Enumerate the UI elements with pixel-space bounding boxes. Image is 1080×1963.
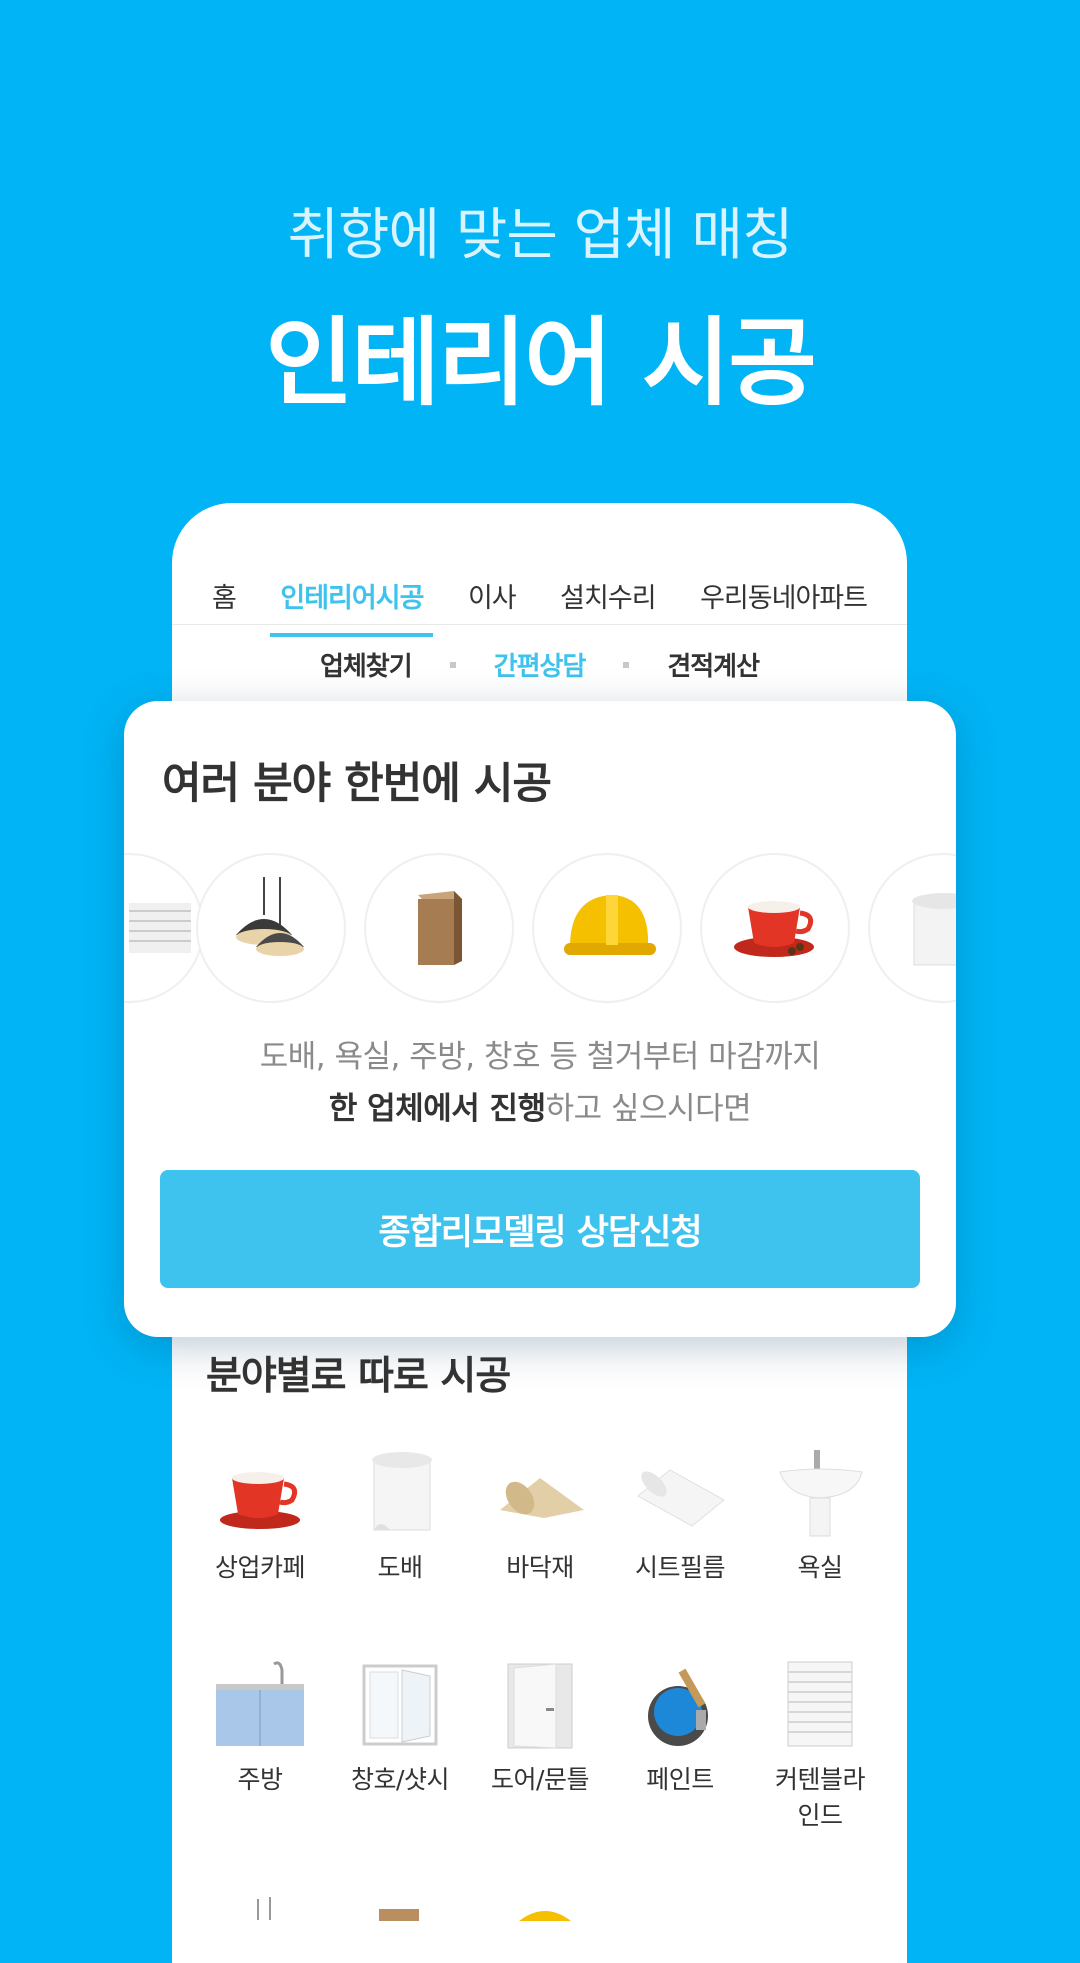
card-description: 도배, 욕실, 주방, 창호 등 철거부터 마감까지 한 업체에서 진행하고 싶… xyxy=(124,1031,956,1135)
category-label: 주방 xyxy=(237,1765,283,1794)
desc-line-1: 도배, 욕실, 주방, 창호 등 철거부터 마감까지 xyxy=(259,1039,821,1075)
sink-icon xyxy=(770,1448,870,1538)
paint-can-icon xyxy=(630,1660,730,1750)
blinds-icon[interactable] xyxy=(124,853,204,1003)
category-label: 상업카페 xyxy=(214,1553,306,1582)
separator-dot xyxy=(623,661,630,668)
subtab-quick-consult[interactable]: 간편상담 xyxy=(494,646,587,683)
door-icon xyxy=(490,1660,590,1750)
category-kitchen[interactable]: 주방 xyxy=(190,1660,330,1798)
tab-apartment[interactable]: 우리동네아파트 xyxy=(700,576,868,615)
bundle-remodel-card: 여러 분야 한번에 시공 도배, 욕실, 주방, 창호 등 철거부터 마감까지 … xyxy=(124,701,956,1337)
category-door[interactable]: 도어/문틀 xyxy=(470,1660,610,1798)
sheet-film-icon xyxy=(630,1448,730,1538)
category-commercial-cafe[interactable]: 상업카페 xyxy=(190,1448,330,1586)
category-label: 커텐블라 인드 xyxy=(774,1765,866,1830)
desc-rest: 하고 싶으시다면 xyxy=(545,1091,752,1127)
category-bathroom[interactable]: 욕실 xyxy=(750,1448,890,1586)
wallpaper-roll-icon[interactable] xyxy=(868,853,956,1003)
category-label: 창호/샷시 xyxy=(351,1765,449,1794)
category-curtain-blind[interactable]: 커텐블라 인드 xyxy=(750,1660,890,1834)
kitchen-icon xyxy=(210,1660,310,1750)
category-label: 시트필름 xyxy=(634,1553,726,1582)
subtab-estimate[interactable]: 견적계산 xyxy=(667,646,760,683)
blinds-icon xyxy=(770,1660,870,1750)
peek-item-icon xyxy=(375,1906,425,1921)
subtab-find-company[interactable]: 업체찾기 xyxy=(320,646,413,683)
coffee-cup-icon[interactable] xyxy=(700,853,850,1003)
tab-divider xyxy=(172,624,907,625)
peek-item-icon xyxy=(515,1906,575,1921)
category-window[interactable]: 창호/샷시 xyxy=(330,1660,470,1798)
top-tabs: 홈 인테리어시공 이사 설치수리 우리동네아파트 xyxy=(212,565,868,637)
category-label: 도어/문틀 xyxy=(491,1765,589,1794)
wallpaper-roll-icon xyxy=(350,1448,450,1538)
hero-title: 인테리어 시공 xyxy=(265,307,816,419)
category-carousel[interactable] xyxy=(124,853,956,1003)
desc-line-2: 한 업체에서 진행하고 싶으시다면 xyxy=(124,1083,956,1135)
floor-roll-icon xyxy=(490,1448,590,1538)
tab-interior[interactable]: 인테리어시공 xyxy=(270,576,434,637)
tab-home[interactable]: 홈 xyxy=(212,576,237,615)
category-label: 바닥재 xyxy=(506,1553,574,1582)
tab-install-repair[interactable]: 설치수리 xyxy=(560,576,656,615)
category-paint[interactable]: 페인트 xyxy=(610,1660,750,1798)
window-icon xyxy=(350,1660,450,1750)
peek-item-icon xyxy=(248,1895,288,1920)
coffee-cup-icon xyxy=(210,1448,310,1538)
category-sheet-film[interactable]: 시트필름 xyxy=(610,1448,750,1586)
category-label: 페인트 xyxy=(646,1765,714,1794)
separator-dot xyxy=(449,661,456,668)
category-label: 도배 xyxy=(377,1553,423,1582)
remodel-consult-button[interactable]: 종합리모델링 상담신청 xyxy=(160,1170,920,1288)
wood-block-icon[interactable] xyxy=(364,853,514,1003)
category-wallpaper[interactable]: 도배 xyxy=(330,1448,470,1586)
hard-hat-icon[interactable] xyxy=(532,853,682,1003)
pendant-lamp-icon[interactable] xyxy=(196,853,346,1003)
category-flooring[interactable]: 바닥재 xyxy=(470,1448,610,1586)
hero-subtitle: 취향에 맞는 업체 매칭 xyxy=(287,203,793,268)
tab-moving[interactable]: 이사 xyxy=(468,576,517,615)
card-title: 여러 분야 한번에 시공 xyxy=(162,759,552,809)
desc-bold: 한 업체에서 진행 xyxy=(328,1091,546,1127)
section-title: 분야별로 따로 시공 xyxy=(206,1354,511,1399)
sub-tabs: 업체찾기 간편상담 견적계산 xyxy=(172,646,907,683)
category-label: 욕실 xyxy=(797,1553,843,1582)
